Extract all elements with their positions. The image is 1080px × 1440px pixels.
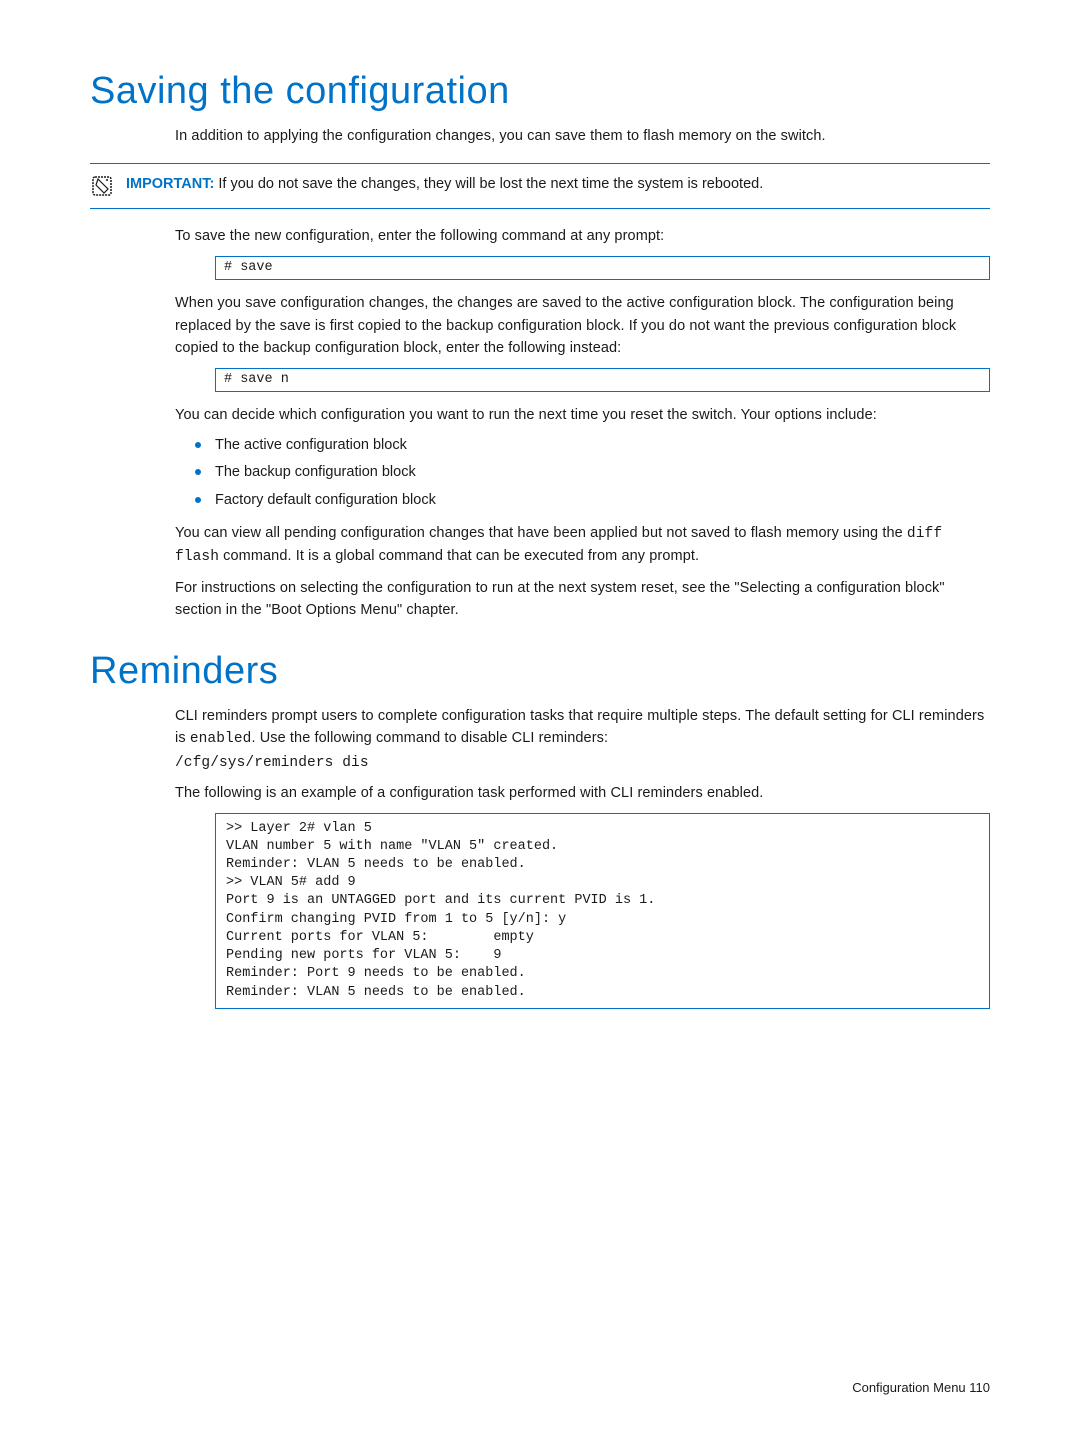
diff-text-2: command. It is a global command that can… (219, 548, 699, 564)
diff-text-1: You can view all pending configuration c… (175, 525, 907, 541)
note-icon (90, 174, 114, 198)
example-intro: The following is an example of a configu… (175, 782, 990, 804)
important-label: IMPORTANT: (126, 176, 214, 192)
list-item: The backup configuration block (175, 461, 990, 484)
list-item: The active configuration block (175, 434, 990, 457)
reminders-intro-2: . Use the following command to disable C… (251, 730, 608, 746)
important-body: If you do not save the changes, they wil… (214, 176, 763, 192)
code-example-block: >> Layer 2# vlan 5 VLAN number 5 with na… (215, 813, 990, 1009)
heading-saving-config: Saving the configuration (90, 70, 990, 113)
important-callout: IMPORTANT: If you do not save the change… (90, 163, 990, 209)
page-footer: Configuration Menu 110 (852, 1380, 990, 1395)
intro-paragraph: In addition to applying the configuratio… (175, 125, 990, 147)
diff-flash-paragraph: You can view all pending configuration c… (175, 522, 990, 569)
important-text: IMPORTANT: If you do not save the change… (126, 174, 763, 196)
options-intro: You can decide which configuration you w… (175, 404, 990, 426)
reminders-intro: CLI reminders prompt users to complete c… (175, 705, 990, 774)
instructions-paragraph: For instructions on selecting the config… (175, 577, 990, 622)
code-save: # save (215, 256, 990, 280)
after-save-paragraph: When you save configuration changes, the… (175, 292, 990, 359)
heading-reminders: Reminders (90, 650, 990, 693)
save-intro: To save the new configuration, enter the… (175, 225, 990, 247)
list-item: Factory default configuration block (175, 489, 990, 512)
disable-cmd: /cfg/sys/reminders dis (175, 755, 369, 771)
enabled-code: enabled (190, 731, 252, 747)
options-list: The active configuration block The backu… (175, 434, 990, 512)
code-save-n: # save n (215, 368, 990, 392)
